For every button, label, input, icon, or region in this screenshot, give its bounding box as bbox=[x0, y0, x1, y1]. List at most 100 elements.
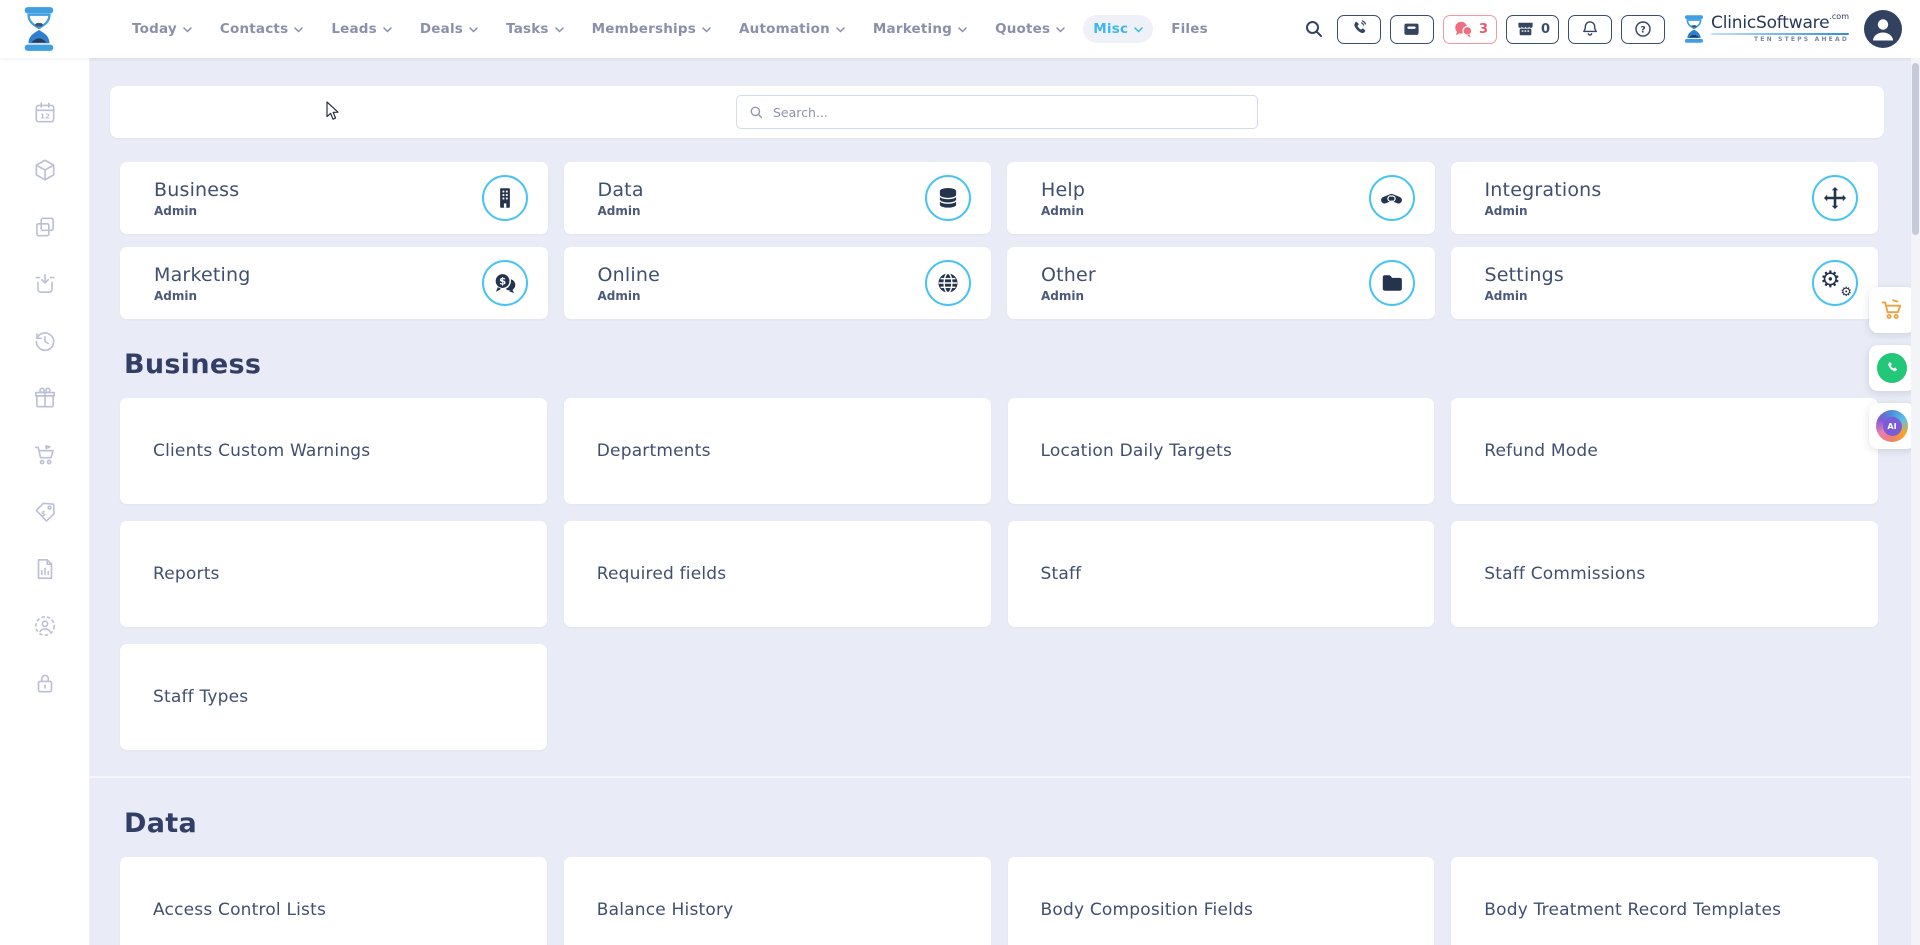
item-card-access-control-lists[interactable]: Access Control Lists bbox=[120, 857, 547, 945]
bag-download-icon[interactable] bbox=[32, 271, 58, 297]
floating-whatsapp-button[interactable] bbox=[1869, 345, 1915, 391]
inbox-button[interactable] bbox=[1390, 15, 1434, 44]
svg-text:$: $ bbox=[40, 509, 45, 518]
history-icon[interactable] bbox=[32, 328, 58, 354]
help-button[interactable]: ? bbox=[1621, 15, 1665, 44]
chevron-down-icon bbox=[555, 27, 564, 33]
nav-item-automation[interactable]: Automation bbox=[729, 15, 855, 43]
floating-cart-button[interactable] bbox=[1869, 287, 1915, 333]
cart-icon[interactable] bbox=[32, 442, 58, 468]
chat-messages-button[interactable]: 3 bbox=[1443, 15, 1497, 44]
inbox-icon bbox=[1401, 19, 1422, 39]
calendar-icon[interactable]: 12 bbox=[32, 100, 58, 126]
category-subtitle: Admin bbox=[598, 289, 661, 303]
nav-item-misc[interactable]: Misc bbox=[1083, 15, 1153, 43]
item-card-body-treatment-record-templates[interactable]: Body Treatment Record Templates bbox=[1451, 857, 1878, 945]
item-card-clients-custom-warnings[interactable]: Clients Custom Warnings bbox=[120, 398, 547, 504]
item-label: Staff Commissions bbox=[1484, 564, 1645, 584]
category-title: Settings bbox=[1485, 264, 1565, 286]
category-card-help[interactable]: HelpAdmin bbox=[1007, 162, 1435, 234]
chevron-down-icon bbox=[469, 27, 478, 33]
clinicsoftware-logo[interactable]: ClinicSoftware .com TEN STEPS AHEAD bbox=[1682, 14, 1849, 44]
lock-icon[interactable] bbox=[32, 670, 58, 696]
chevron-down-icon bbox=[958, 27, 967, 33]
category-title: Online bbox=[598, 264, 661, 286]
item-card-staff-commissions[interactable]: Staff Commissions bbox=[1451, 521, 1878, 627]
section-business: Business Clients Custom Warnings Departm… bbox=[120, 349, 1878, 750]
nav-item-today[interactable]: Today bbox=[122, 15, 202, 43]
brand-hourglass-icon bbox=[1682, 14, 1706, 44]
user-avatar[interactable] bbox=[1864, 10, 1902, 48]
category-subtitle: Admin bbox=[154, 204, 239, 218]
category-title: Data bbox=[598, 179, 644, 201]
notifications-button[interactable] bbox=[1568, 15, 1612, 44]
item-label: Required fields bbox=[597, 564, 727, 584]
nav-item-quotes[interactable]: Quotes bbox=[985, 15, 1075, 43]
search-input[interactable] bbox=[773, 105, 1245, 120]
copy-icon[interactable] bbox=[32, 214, 58, 240]
item-card-location-daily-targets[interactable]: Location Daily Targets bbox=[1008, 398, 1435, 504]
item-card-refund-mode[interactable]: Refund Mode bbox=[1451, 398, 1878, 504]
item-card-staff[interactable]: Staff bbox=[1008, 521, 1435, 627]
category-subtitle: Admin bbox=[1485, 289, 1565, 303]
category-subtitle: Admin bbox=[154, 289, 251, 303]
category-card-other[interactable]: OtherAdmin bbox=[1007, 247, 1435, 319]
report-icon[interactable] bbox=[32, 556, 58, 582]
search-icon bbox=[749, 105, 764, 120]
brand-tld: .com bbox=[1829, 13, 1849, 21]
brand-tagline: TEN STEPS AHEAD bbox=[1711, 37, 1849, 43]
item-label: Body Composition Fields bbox=[1041, 900, 1254, 920]
gift-icon[interactable] bbox=[32, 385, 58, 411]
nav-item-files[interactable]: Files bbox=[1161, 15, 1218, 43]
category-card-online[interactable]: Online Admin bbox=[564, 247, 992, 319]
category-card-integrations[interactable]: IntegrationsAdmin bbox=[1451, 162, 1879, 234]
nav-item-contacts[interactable]: Contacts bbox=[210, 15, 313, 43]
search-icon[interactable] bbox=[1304, 19, 1324, 39]
item-label: Staff bbox=[1041, 564, 1082, 584]
section-divider bbox=[90, 776, 1910, 778]
item-card-staff-types[interactable]: Staff Types bbox=[120, 644, 547, 750]
cube-icon[interactable] bbox=[32, 157, 58, 183]
item-card-required-fields[interactable]: Required fields bbox=[564, 521, 991, 627]
category-title: Integrations bbox=[1485, 179, 1602, 201]
floating-ai-button[interactable]: AI bbox=[1869, 403, 1915, 449]
category-card-settings[interactable]: SettingsAdmin ⚙⚙ bbox=[1451, 247, 1879, 319]
category-card-marketing[interactable]: MarketingAdmin $ bbox=[120, 247, 548, 319]
item-label: Staff Types bbox=[153, 687, 248, 707]
item-card-departments[interactable]: Departments bbox=[564, 398, 991, 504]
item-label: Clients Custom Warnings bbox=[153, 441, 370, 461]
handshake-icon bbox=[1369, 175, 1415, 221]
item-card-reports[interactable]: Reports bbox=[120, 521, 547, 627]
item-label: Access Control Lists bbox=[153, 900, 326, 920]
scrollbar-track[interactable] bbox=[1911, 58, 1920, 945]
account-icon[interactable] bbox=[32, 613, 58, 639]
till-button[interactable]: 0 bbox=[1506, 15, 1559, 44]
scrollbar-thumb[interactable] bbox=[1912, 63, 1919, 235]
chevron-down-icon bbox=[1056, 27, 1065, 33]
nav-item-memberships[interactable]: Memberships bbox=[582, 15, 721, 43]
nav-item-marketing[interactable]: Marketing bbox=[863, 15, 977, 43]
search-box[interactable] bbox=[736, 95, 1258, 129]
item-label: Location Daily Targets bbox=[1041, 441, 1233, 461]
app-logo-hourglass-icon[interactable] bbox=[20, 5, 58, 53]
till-count-badge: 0 bbox=[1541, 22, 1550, 37]
brand-underline bbox=[1711, 33, 1849, 35]
chat-bubbles-icon bbox=[1452, 19, 1474, 39]
nav-item-leads[interactable]: Leads bbox=[321, 15, 402, 43]
nav-label: Quotes bbox=[995, 21, 1050, 37]
price-tag-icon[interactable]: $ bbox=[32, 499, 58, 525]
item-card-balance-history[interactable]: Balance History bbox=[564, 857, 991, 945]
nav-item-tasks[interactable]: Tasks bbox=[496, 15, 574, 43]
category-card-data[interactable]: DataAdmin bbox=[564, 162, 992, 234]
chat-count-badge: 3 bbox=[1479, 22, 1488, 37]
brand-name: ClinicSoftware bbox=[1711, 15, 1829, 32]
chevron-down-icon bbox=[383, 27, 392, 33]
item-card-body-composition-fields[interactable]: Body Composition Fields bbox=[1008, 857, 1435, 945]
category-card-business[interactable]: BusinessAdmin bbox=[120, 162, 548, 234]
move-icon bbox=[1812, 175, 1858, 221]
nav-item-deals[interactable]: Deals bbox=[410, 15, 488, 43]
chevron-down-icon bbox=[294, 27, 303, 33]
phone-call-button[interactable] bbox=[1337, 15, 1381, 44]
section-title: Data bbox=[124, 808, 1878, 839]
nav-label: Tasks bbox=[506, 21, 549, 37]
